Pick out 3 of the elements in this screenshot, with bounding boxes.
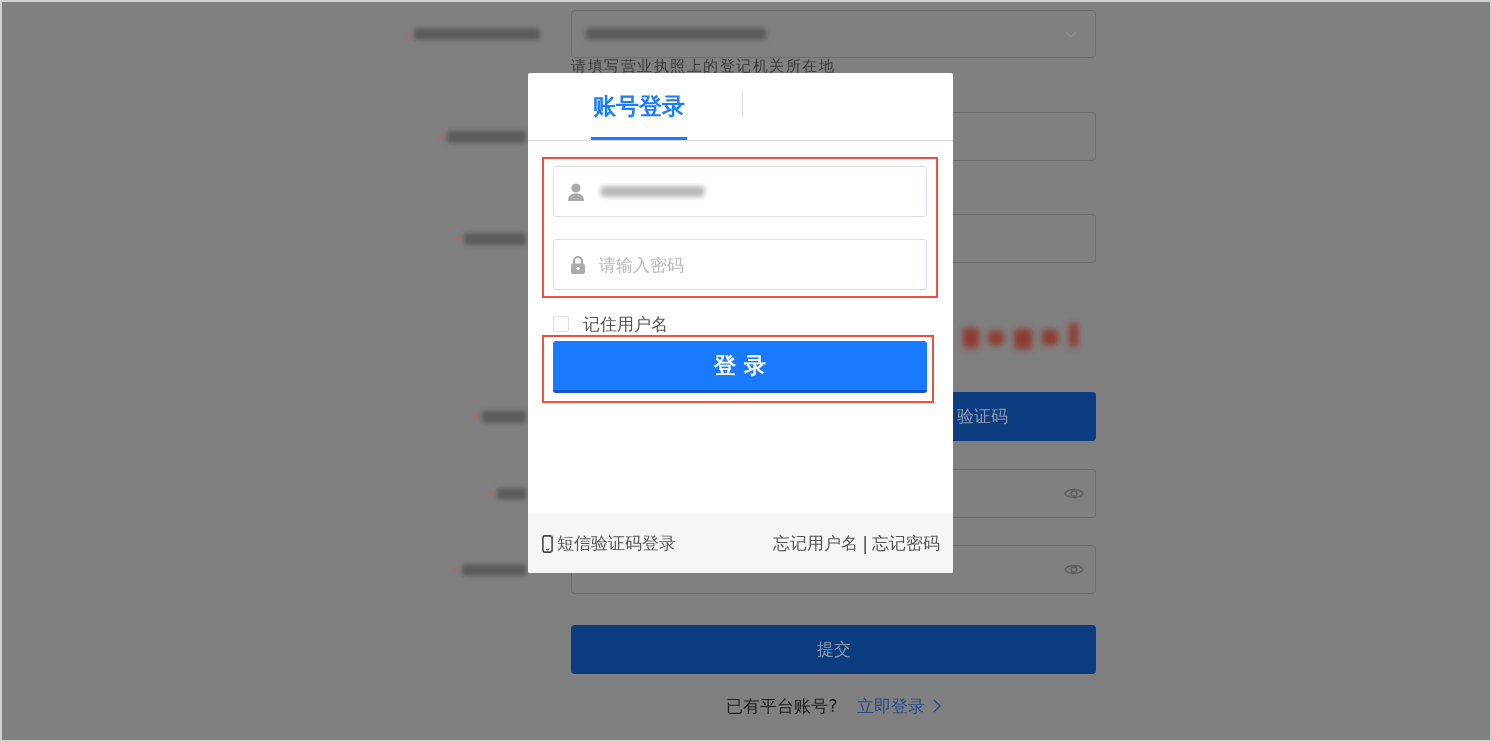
prompt-text: 已有平台账号? [726,694,838,718]
link-separator: | [862,533,868,554]
hint-text: 请填写营业执照上的登记机关所在地 [571,59,835,74]
